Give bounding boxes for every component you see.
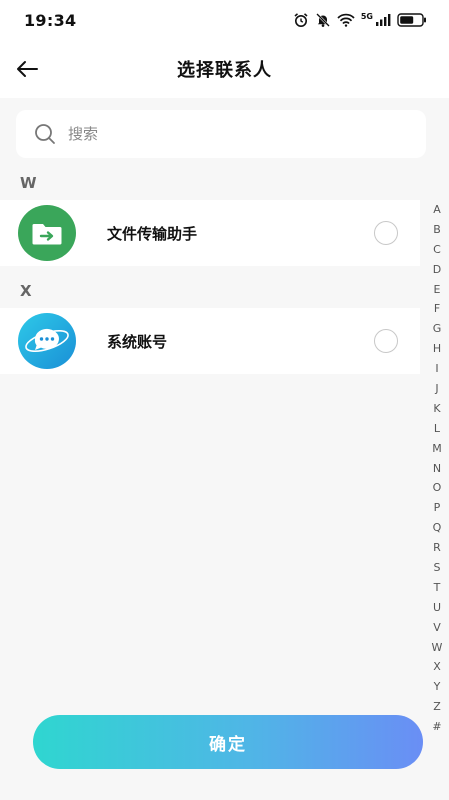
wifi-icon [337, 13, 355, 27]
folder-transfer-icon [18, 205, 76, 261]
alphabet-letter[interactable]: G [428, 319, 446, 339]
alphabet-letter[interactable]: T [428, 578, 446, 598]
search-icon [35, 124, 55, 144]
alphabet-letter[interactable]: Z [428, 697, 446, 717]
section-letter-w: W [20, 174, 37, 192]
alphabet-letter[interactable]: B [428, 220, 446, 240]
alphabet-letter[interactable]: O [428, 478, 446, 498]
search-box[interactable] [16, 110, 426, 158]
chat-bubble-planet-icon [18, 313, 76, 369]
signal-icon [376, 14, 391, 26]
battery-icon [397, 13, 426, 27]
alphabet-letter[interactable]: M [428, 439, 446, 459]
alarm-icon [294, 13, 308, 27]
alphabet-letter[interactable]: W [428, 638, 446, 658]
alphabet-letter[interactable]: E [428, 280, 446, 300]
alphabet-letter[interactable]: D [428, 260, 446, 280]
header: 选择联系人 [0, 40, 449, 98]
alphabet-letter[interactable]: S [428, 558, 446, 578]
back-button[interactable] [12, 54, 42, 84]
status-time: 19:34 [24, 10, 77, 30]
arrow-left-icon [17, 61, 38, 77]
alphabet-letter[interactable]: Q [428, 518, 446, 538]
select-radio-system-account[interactable] [374, 329, 398, 353]
select-radio-file-transfer[interactable] [374, 221, 398, 245]
alphabet-letter[interactable]: X [428, 657, 446, 677]
alphabet-letter[interactable]: I [428, 359, 446, 379]
alphabet-letter[interactable]: P [428, 498, 446, 518]
contact-row-file-transfer[interactable]: 文件传输助手 [0, 200, 420, 266]
alphabet-letter[interactable]: # [428, 717, 446, 737]
confirm-button[interactable]: 确定 [33, 715, 423, 769]
contact-name: 系统账号 [107, 332, 168, 351]
alphabet-letter[interactable]: N [428, 459, 446, 479]
section-letter-x: X [20, 282, 32, 300]
alphabet-letter[interactable]: K [428, 399, 446, 419]
page-title: 选择联系人 [177, 60, 272, 81]
alphabet-letter[interactable]: R [428, 538, 446, 558]
network-type: 5G [360, 11, 373, 21]
alphabet-index[interactable]: A B C D E F G H I J K L M N O P Q R S T U V W X Y Z # [428, 200, 446, 737]
alphabet-letter[interactable]: C [428, 240, 446, 260]
alphabet-letter[interactable]: V [428, 618, 446, 638]
status-icons: 5G [293, 12, 427, 28]
search-input[interactable] [68, 125, 368, 143]
contact-row-system-account[interactable]: 系统账号 [0, 308, 420, 374]
alphabet-letter[interactable]: J [428, 379, 446, 399]
alphabet-letter[interactable]: F [428, 299, 446, 319]
status-bar: 19:34 5G [0, 0, 449, 40]
alphabet-letter[interactable]: Y [428, 677, 446, 697]
alphabet-letter[interactable]: H [428, 339, 446, 359]
alphabet-letter[interactable]: L [428, 419, 446, 439]
alphabet-letter[interactable]: A [428, 200, 446, 220]
contact-name: 文件传输助手 [107, 224, 198, 243]
alphabet-letter[interactable]: U [428, 598, 446, 618]
mute-bell-icon [316, 13, 330, 27]
